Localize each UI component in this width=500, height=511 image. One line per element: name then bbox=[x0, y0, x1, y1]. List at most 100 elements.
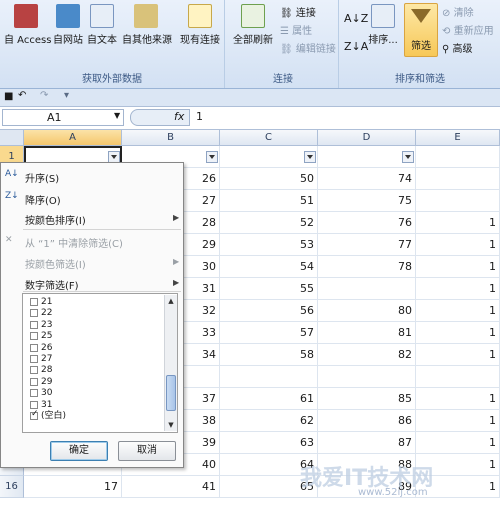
checkbox[interactable] bbox=[30, 400, 38, 409]
cell[interactable]: 1 bbox=[416, 432, 500, 454]
cell[interactable]: 81 bbox=[318, 322, 416, 344]
cell[interactable]: 53 bbox=[220, 234, 318, 256]
cell[interactable] bbox=[416, 146, 500, 168]
cell[interactable]: 78 bbox=[318, 256, 416, 278]
from-access-button[interactable]: 自 Access bbox=[4, 4, 51, 46]
save-icon[interactable]: ■ bbox=[4, 91, 13, 102]
cancel-button[interactable]: 取消 bbox=[118, 441, 176, 461]
sort-descending-button[interactable]: Z↓A bbox=[344, 40, 368, 53]
cell[interactable]: 51 bbox=[220, 190, 318, 212]
cell[interactable]: 58 bbox=[220, 344, 318, 366]
cell[interactable]: 63 bbox=[220, 432, 318, 454]
cell[interactable]: 80 bbox=[318, 300, 416, 322]
filter-list-item[interactable]: 30 bbox=[30, 388, 52, 399]
customize-toolbar-icon[interactable]: ▾ bbox=[64, 90, 69, 101]
cell[interactable]: 75 bbox=[318, 190, 416, 212]
cell[interactable]: 74 bbox=[318, 168, 416, 190]
cell[interactable]: 52 bbox=[220, 212, 318, 234]
name-box-dropdown-icon[interactable]: ▼ bbox=[114, 111, 120, 120]
edit-links-button[interactable]: ⛓ 编辑链接 bbox=[280, 40, 336, 55]
column-header-e[interactable]: E bbox=[416, 130, 500, 146]
cell[interactable] bbox=[318, 366, 416, 388]
undo-icon[interactable]: ↶ bbox=[18, 90, 26, 101]
cell[interactable] bbox=[416, 190, 500, 212]
filter-list-item[interactable]: 29 bbox=[30, 377, 52, 388]
filter-list-item[interactable]: 23 bbox=[30, 320, 52, 331]
checkbox[interactable] bbox=[30, 377, 38, 386]
cell[interactable] bbox=[416, 366, 500, 388]
checkbox[interactable] bbox=[30, 309, 38, 318]
cell[interactable]: 1 bbox=[416, 410, 500, 432]
cell[interactable]: 82 bbox=[318, 344, 416, 366]
checkbox[interactable] bbox=[30, 366, 38, 375]
redo-icon[interactable]: ↷ bbox=[40, 90, 48, 101]
clear-button[interactable]: ⊘ 清除 bbox=[442, 4, 474, 19]
filter-list-item[interactable]: 22 bbox=[30, 308, 52, 319]
cell[interactable]: 61 bbox=[220, 388, 318, 410]
column-header-c[interactable]: C bbox=[220, 130, 318, 146]
from-other-sources-button[interactable]: 自其他来源 bbox=[122, 4, 172, 46]
checkbox[interactable] bbox=[30, 320, 38, 329]
checkbox[interactable] bbox=[30, 298, 38, 306]
filter-list-item[interactable]: 31 bbox=[30, 400, 52, 411]
cell[interactable] bbox=[220, 366, 318, 388]
cell[interactable]: 62 bbox=[220, 410, 318, 432]
scroll-down-icon[interactable]: ▼ bbox=[167, 421, 175, 429]
menu-number-filter[interactable]: 数字筛选(F) bbox=[25, 277, 79, 292]
sort-ascending-button[interactable]: A↓Z bbox=[344, 12, 368, 25]
cell[interactable]: 50 bbox=[220, 168, 318, 190]
menu-clear-filter[interactable]: 从 “1” 中清除筛选(C) bbox=[25, 235, 123, 250]
filter-dropdown-icon[interactable] bbox=[402, 151, 414, 163]
filter-dropdown-icon[interactable] bbox=[206, 151, 218, 163]
cell[interactable]: 41 bbox=[122, 476, 220, 498]
insert-function-icon[interactable]: fx bbox=[174, 110, 184, 123]
connections-button[interactable]: ⛓ 连接 bbox=[280, 4, 316, 19]
menu-filter-by-color[interactable]: 按颜色筛选(I) bbox=[25, 256, 86, 271]
filter-list-item[interactable]: (空白) bbox=[30, 409, 66, 422]
existing-connections-button[interactable]: 现有连接 bbox=[178, 4, 222, 46]
menu-sort-by-color[interactable]: 按颜色排序(I) bbox=[25, 212, 86, 227]
cell[interactable]: 77 bbox=[318, 234, 416, 256]
filter-list-item[interactable]: 25 bbox=[30, 331, 52, 342]
column-header-b[interactable]: B bbox=[122, 130, 220, 146]
cell[interactable]: 1 bbox=[416, 344, 500, 366]
filter-list-item[interactable]: 26 bbox=[30, 343, 52, 354]
filter-list-item[interactable]: 28 bbox=[30, 365, 52, 376]
name-box[interactable]: A1 bbox=[2, 109, 124, 126]
reapply-button[interactable]: ⟲ 重新应用 bbox=[442, 22, 494, 37]
checkbox[interactable] bbox=[30, 409, 39, 420]
properties-button[interactable]: ☰ 属性 bbox=[280, 22, 312, 37]
refresh-all-button[interactable]: 全部刷新 bbox=[232, 4, 274, 46]
filter-button[interactable]: 筛选 bbox=[404, 3, 438, 57]
ok-button[interactable]: 确定 bbox=[50, 441, 108, 461]
menu-sort-descending[interactable]: 降序(O) bbox=[25, 192, 61, 207]
filter-dropdown-icon[interactable] bbox=[304, 151, 316, 163]
cell[interactable]: 86 bbox=[318, 410, 416, 432]
cell[interactable]: 1 bbox=[416, 212, 500, 234]
cell[interactable]: 55 bbox=[220, 278, 318, 300]
filter-list-item[interactable]: 21 bbox=[30, 297, 52, 308]
cell[interactable]: 1 bbox=[416, 388, 500, 410]
cell[interactable] bbox=[416, 168, 500, 190]
cell[interactable]: 1 bbox=[416, 322, 500, 344]
cell[interactable]: 1 bbox=[416, 300, 500, 322]
formula-input[interactable]: 1 bbox=[196, 110, 203, 123]
checkbox[interactable] bbox=[30, 389, 38, 398]
row-header[interactable]: 16 bbox=[0, 476, 24, 498]
from-text-button[interactable]: 自文本 bbox=[86, 4, 118, 46]
column-header-a[interactable]: A bbox=[24, 130, 122, 146]
column-header-d[interactable]: D bbox=[318, 130, 416, 146]
sort-button[interactable]: 排序... bbox=[366, 4, 400, 46]
cell[interactable]: 56 bbox=[220, 300, 318, 322]
checkbox[interactable] bbox=[30, 355, 38, 363]
cell[interactable] bbox=[318, 278, 416, 300]
advanced-button[interactable]: ⚲ 高级 bbox=[442, 40, 473, 55]
cell[interactable]: 1 bbox=[416, 256, 500, 278]
cell[interactable]: 85 bbox=[318, 388, 416, 410]
from-web-button[interactable]: 自网站 bbox=[52, 4, 84, 46]
cell[interactable]: 76 bbox=[318, 212, 416, 234]
checkbox[interactable] bbox=[30, 343, 38, 352]
cell[interactable]: 1 bbox=[416, 278, 500, 300]
cell[interactable]: 1 bbox=[416, 234, 500, 256]
menu-sort-ascending[interactable]: 升序(S) bbox=[25, 170, 59, 185]
